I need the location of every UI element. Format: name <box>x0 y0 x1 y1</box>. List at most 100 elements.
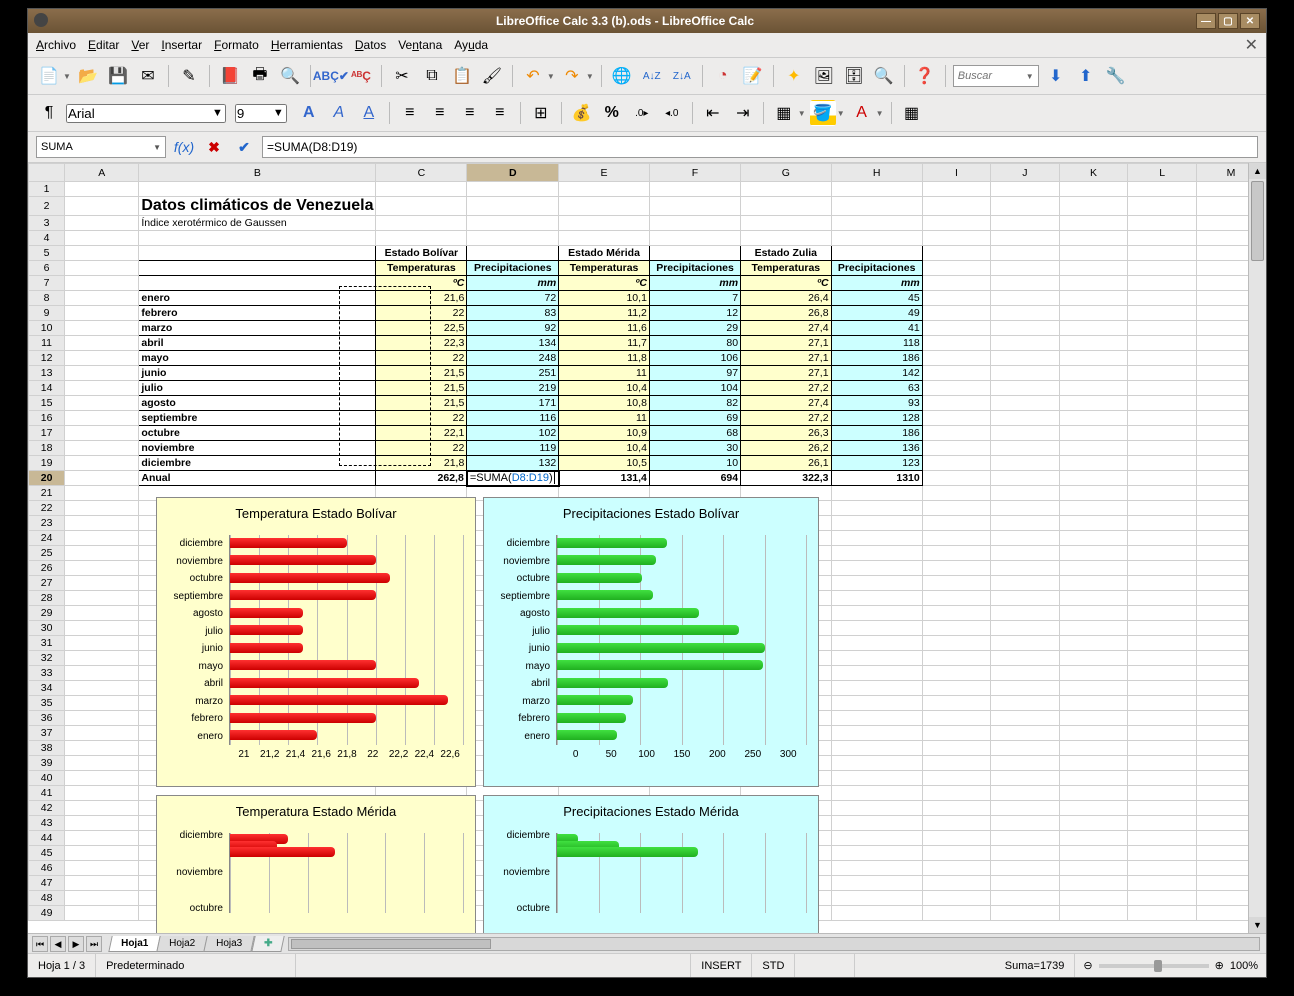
tab-first-button[interactable]: ⏮ <box>32 936 48 952</box>
sort-desc-button[interactable]: Z↓A <box>669 63 695 89</box>
cancel-button[interactable]: ✖ <box>202 136 226 158</box>
menu-ventana[interactable]: Ventana <box>398 38 442 52</box>
sheet-tab-hoja1[interactable]: Hoja1 <box>108 936 161 952</box>
tab-last-button[interactable]: ⏭ <box>86 936 102 952</box>
chart-temp-merida[interactable]: Temperatura Estado Mérida diciembrenovie… <box>156 795 476 933</box>
show-draw-button[interactable]: 📝 <box>740 63 766 89</box>
paste-button[interactable]: 📋 <box>449 63 475 89</box>
menu-datos[interactable]: Datos <box>355 38 386 52</box>
hscroll-thumb[interactable] <box>291 939 491 949</box>
menu-insertar[interactable]: Insertar <box>161 38 202 52</box>
print-preview-button[interactable]: 🔍 <box>277 63 303 89</box>
spellcheck-button[interactable]: ABÇ✔ <box>318 63 344 89</box>
formula-input[interactable] <box>262 136 1258 158</box>
gallery-button[interactable]: 🖼 <box>811 63 837 89</box>
menu-ayuda[interactable]: Ayuda <box>454 38 488 52</box>
grid-lines-button[interactable]: ▦ <box>899 100 925 126</box>
add-decimal-button[interactable]: .0▸ <box>629 100 655 126</box>
minimize-button[interactable]: — <box>1196 13 1216 29</box>
maximize-button[interactable]: ▢ <box>1218 13 1238 29</box>
sheet-tab-hoja3[interactable]: Hoja3 <box>204 936 256 952</box>
zoom-out-button[interactable]: ⊖ <box>1083 959 1092 972</box>
function-wizard-button[interactable]: f(x) <box>172 136 196 158</box>
status-page-style[interactable]: Predeterminado <box>96 954 296 977</box>
edit-mode-button[interactable]: ✎ <box>176 63 202 89</box>
menubar: Archivo Editar Ver Insertar Formato Herr… <box>28 33 1266 58</box>
zoom-button[interactable]: 🔍 <box>871 63 897 89</box>
find-input[interactable] <box>954 70 1022 82</box>
menu-editar[interactable]: Editar <box>88 38 119 52</box>
italic-button[interactable]: A <box>326 100 352 126</box>
status-sum[interactable]: Suma=1739 <box>855 954 1075 977</box>
font-size-combo[interactable] <box>235 104 287 123</box>
bgcolor-button[interactable]: 🪣 <box>810 100 836 126</box>
styles-button[interactable]: ¶ <box>36 100 62 126</box>
help-button[interactable]: ❓ <box>912 63 938 89</box>
currency-button[interactable]: 💰 <box>569 100 595 126</box>
chart-button[interactable]: ◔ <box>710 63 736 89</box>
hyperlink-button[interactable]: 🌐 <box>609 63 635 89</box>
scroll-up-button[interactable]: ▲ <box>1249 163 1266 179</box>
decrease-indent-button[interactable]: ⇤ <box>700 100 726 126</box>
underline-button[interactable]: A <box>356 100 382 126</box>
menu-formato[interactable]: Formato <box>214 38 259 52</box>
spreadsheet-area[interactable]: ABCDEFGHIJKLM12Datos climáticos de Venez… <box>28 163 1266 933</box>
fontcolor-button[interactable]: A <box>849 100 875 126</box>
increase-indent-button[interactable]: ⇥ <box>730 100 756 126</box>
bold-button[interactable]: A <box>296 100 322 126</box>
export-pdf-button[interactable]: 📕 <box>217 63 243 89</box>
redo-button[interactable]: ↷ <box>559 63 585 89</box>
align-justify-button[interactable]: ≡ <box>487 100 513 126</box>
zoom-in-button[interactable]: ⊕ <box>1215 959 1224 972</box>
merge-cells-button[interactable]: ⊞ <box>528 100 554 126</box>
percent-button[interactable]: % <box>599 100 625 126</box>
horizontal-scrollbar[interactable] <box>288 937 1260 951</box>
name-box[interactable]: SUMA ▼ <box>36 136 166 158</box>
find-prev-button[interactable]: ⬆ <box>1073 63 1099 89</box>
borders-button[interactable]: ▦ <box>771 100 797 126</box>
scroll-down-button[interactable]: ▼ <box>1249 917 1266 933</box>
chart-temp-bolivar[interactable]: Temperatura Estado Bolívar diciembrenovi… <box>156 497 476 787</box>
tab-prev-button[interactable]: ◀ <box>50 936 66 952</box>
sort-asc-button[interactable]: A↓Z <box>639 63 665 89</box>
undo-button[interactable]: ↶ <box>520 63 546 89</box>
sheet-tab-hoja2[interactable]: Hoja2 <box>157 936 209 952</box>
copy-button[interactable]: ⧉ <box>419 63 445 89</box>
chart-prec-merida[interactable]: Precipitaciones Estado Mérida diciembren… <box>483 795 819 933</box>
datasources-button[interactable]: 🗄 <box>841 63 867 89</box>
align-center-button[interactable]: ≡ <box>427 100 453 126</box>
align-right-button[interactable]: ≡ <box>457 100 483 126</box>
close-doc-button[interactable]: ✕ <box>1245 35 1258 55</box>
new-doc-button[interactable]: 📄 <box>36 63 62 89</box>
remove-decimal-button[interactable]: ◂.0 <box>659 100 685 126</box>
app-menu-icon[interactable] <box>34 13 48 27</box>
close-button[interactable]: ✕ <box>1240 13 1260 29</box>
chart-title: Temperatura Estado Mérida <box>169 804 463 819</box>
font-name-combo[interactable] <box>66 104 226 123</box>
menu-archivo[interactable]: Archivo <box>36 38 76 52</box>
navigator-button[interactable]: ✦ <box>781 63 807 89</box>
menu-herramientas[interactable]: Herramientas <box>271 38 343 52</box>
zoom-slider[interactable] <box>1099 964 1209 968</box>
email-button[interactable]: ✉ <box>135 63 161 89</box>
accept-button[interactable]: ✔ <box>232 136 256 158</box>
print-button[interactable]: 🖶 <box>247 63 273 89</box>
open-button[interactable]: 📂 <box>75 63 101 89</box>
status-selection-mode[interactable]: STD <box>752 954 795 977</box>
add-sheet-button[interactable]: ✚ <box>251 936 285 952</box>
cut-button[interactable]: ✂ <box>389 63 415 89</box>
vertical-scrollbar[interactable]: ▲ ▼ <box>1248 163 1266 933</box>
status-insert-mode[interactable]: INSERT <box>691 954 752 977</box>
zoom-value[interactable]: 100% <box>1230 960 1258 972</box>
vscroll-thumb[interactable] <box>1251 181 1264 261</box>
chart-prec-bolivar[interactable]: Precipitaciones Estado Bolívar diciembre… <box>483 497 819 787</box>
find-next-button[interactable]: ⬇ <box>1043 63 1069 89</box>
save-button[interactable]: 💾 <box>105 63 131 89</box>
autospell-button[interactable]: ᴬᴮÇ <box>348 63 374 89</box>
tab-next-button[interactable]: ▶ <box>68 936 84 952</box>
menu-ver[interactable]: Ver <box>131 38 149 52</box>
format-paintbrush-button[interactable]: 🖌 <box>479 63 505 89</box>
align-left-button[interactable]: ≡ <box>397 100 423 126</box>
status-signature[interactable] <box>795 954 855 977</box>
find-replace-button[interactable]: 🔧 <box>1103 63 1129 89</box>
